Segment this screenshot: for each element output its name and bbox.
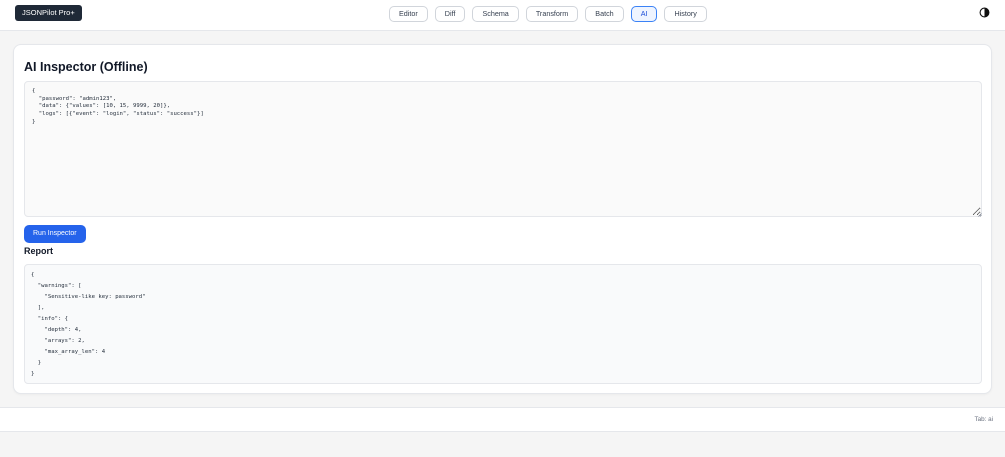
report-output: { "warnings": [ "Sensitive-like key: pas… bbox=[24, 264, 982, 384]
report-heading: Report bbox=[24, 246, 53, 256]
contrast-icon[interactable] bbox=[979, 7, 990, 18]
main-nav: Editor Diff Schema Transform Batch AI Hi… bbox=[389, 6, 707, 22]
inspector-panel: AI Inspector (Offline) { "password": "ad… bbox=[13, 44, 992, 394]
tab-ai[interactable]: AI bbox=[630, 6, 658, 22]
tab-history[interactable]: History bbox=[664, 6, 707, 22]
tab-transform[interactable]: Transform bbox=[525, 6, 579, 22]
run-inspector-button[interactable]: Run Inspector bbox=[24, 225, 86, 243]
tab-batch[interactable]: Batch bbox=[585, 6, 624, 22]
tab-editor[interactable]: Editor bbox=[389, 6, 428, 22]
status-bar: Tab: ai bbox=[0, 407, 1005, 432]
page-title: AI Inspector (Offline) bbox=[24, 60, 148, 74]
active-tab-status: Tab: ai bbox=[974, 416, 993, 423]
resize-handle-icon[interactable] bbox=[977, 212, 982, 217]
tab-schema[interactable]: Schema bbox=[472, 6, 519, 22]
brand-logo: JSONPilot Pro+ bbox=[15, 5, 82, 21]
top-bar: JSONPilot Pro+ Editor Diff Schema Transf… bbox=[0, 0, 1005, 31]
tab-diff[interactable]: Diff bbox=[434, 6, 466, 22]
json-input-editor[interactable]: { "password": "admin123", "data": {"valu… bbox=[24, 81, 982, 217]
